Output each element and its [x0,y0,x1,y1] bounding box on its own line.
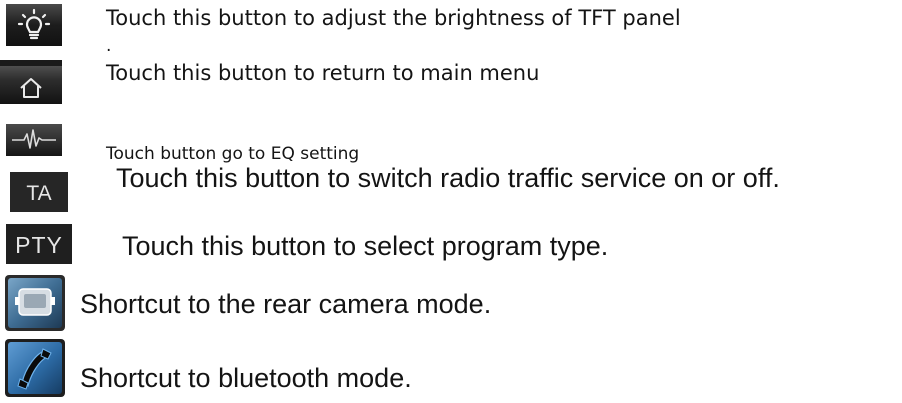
rear-camera-icon [5,275,65,331]
help-text-home: Touch this button to return to main menu [106,61,540,85]
help-text-bluetooth: Shortcut to bluetooth mode. [80,363,412,393]
pty-icon: PTY [6,224,72,264]
help-text-rear-camera: Shortcut to the rear camera mode. [80,289,492,319]
ta-icon-label: TA [26,182,52,205]
brightness-bulb-icon [6,4,62,46]
ta-icon: TA [10,172,68,212]
home-icon [0,60,62,104]
bluetooth-phone-icon [5,339,65,397]
pty-icon-label: PTY [15,232,63,258]
help-text-eq: Touch button go to EQ setting [106,144,360,164]
eq-waveform-icon [6,124,62,156]
stray-period: . [106,36,112,56]
help-text-ta: Touch this button to switch radio traffi… [116,163,780,193]
help-text-brightness: Touch this button to adjust the brightne… [106,6,681,30]
help-text-pty: Touch this button to select program type… [122,231,609,261]
